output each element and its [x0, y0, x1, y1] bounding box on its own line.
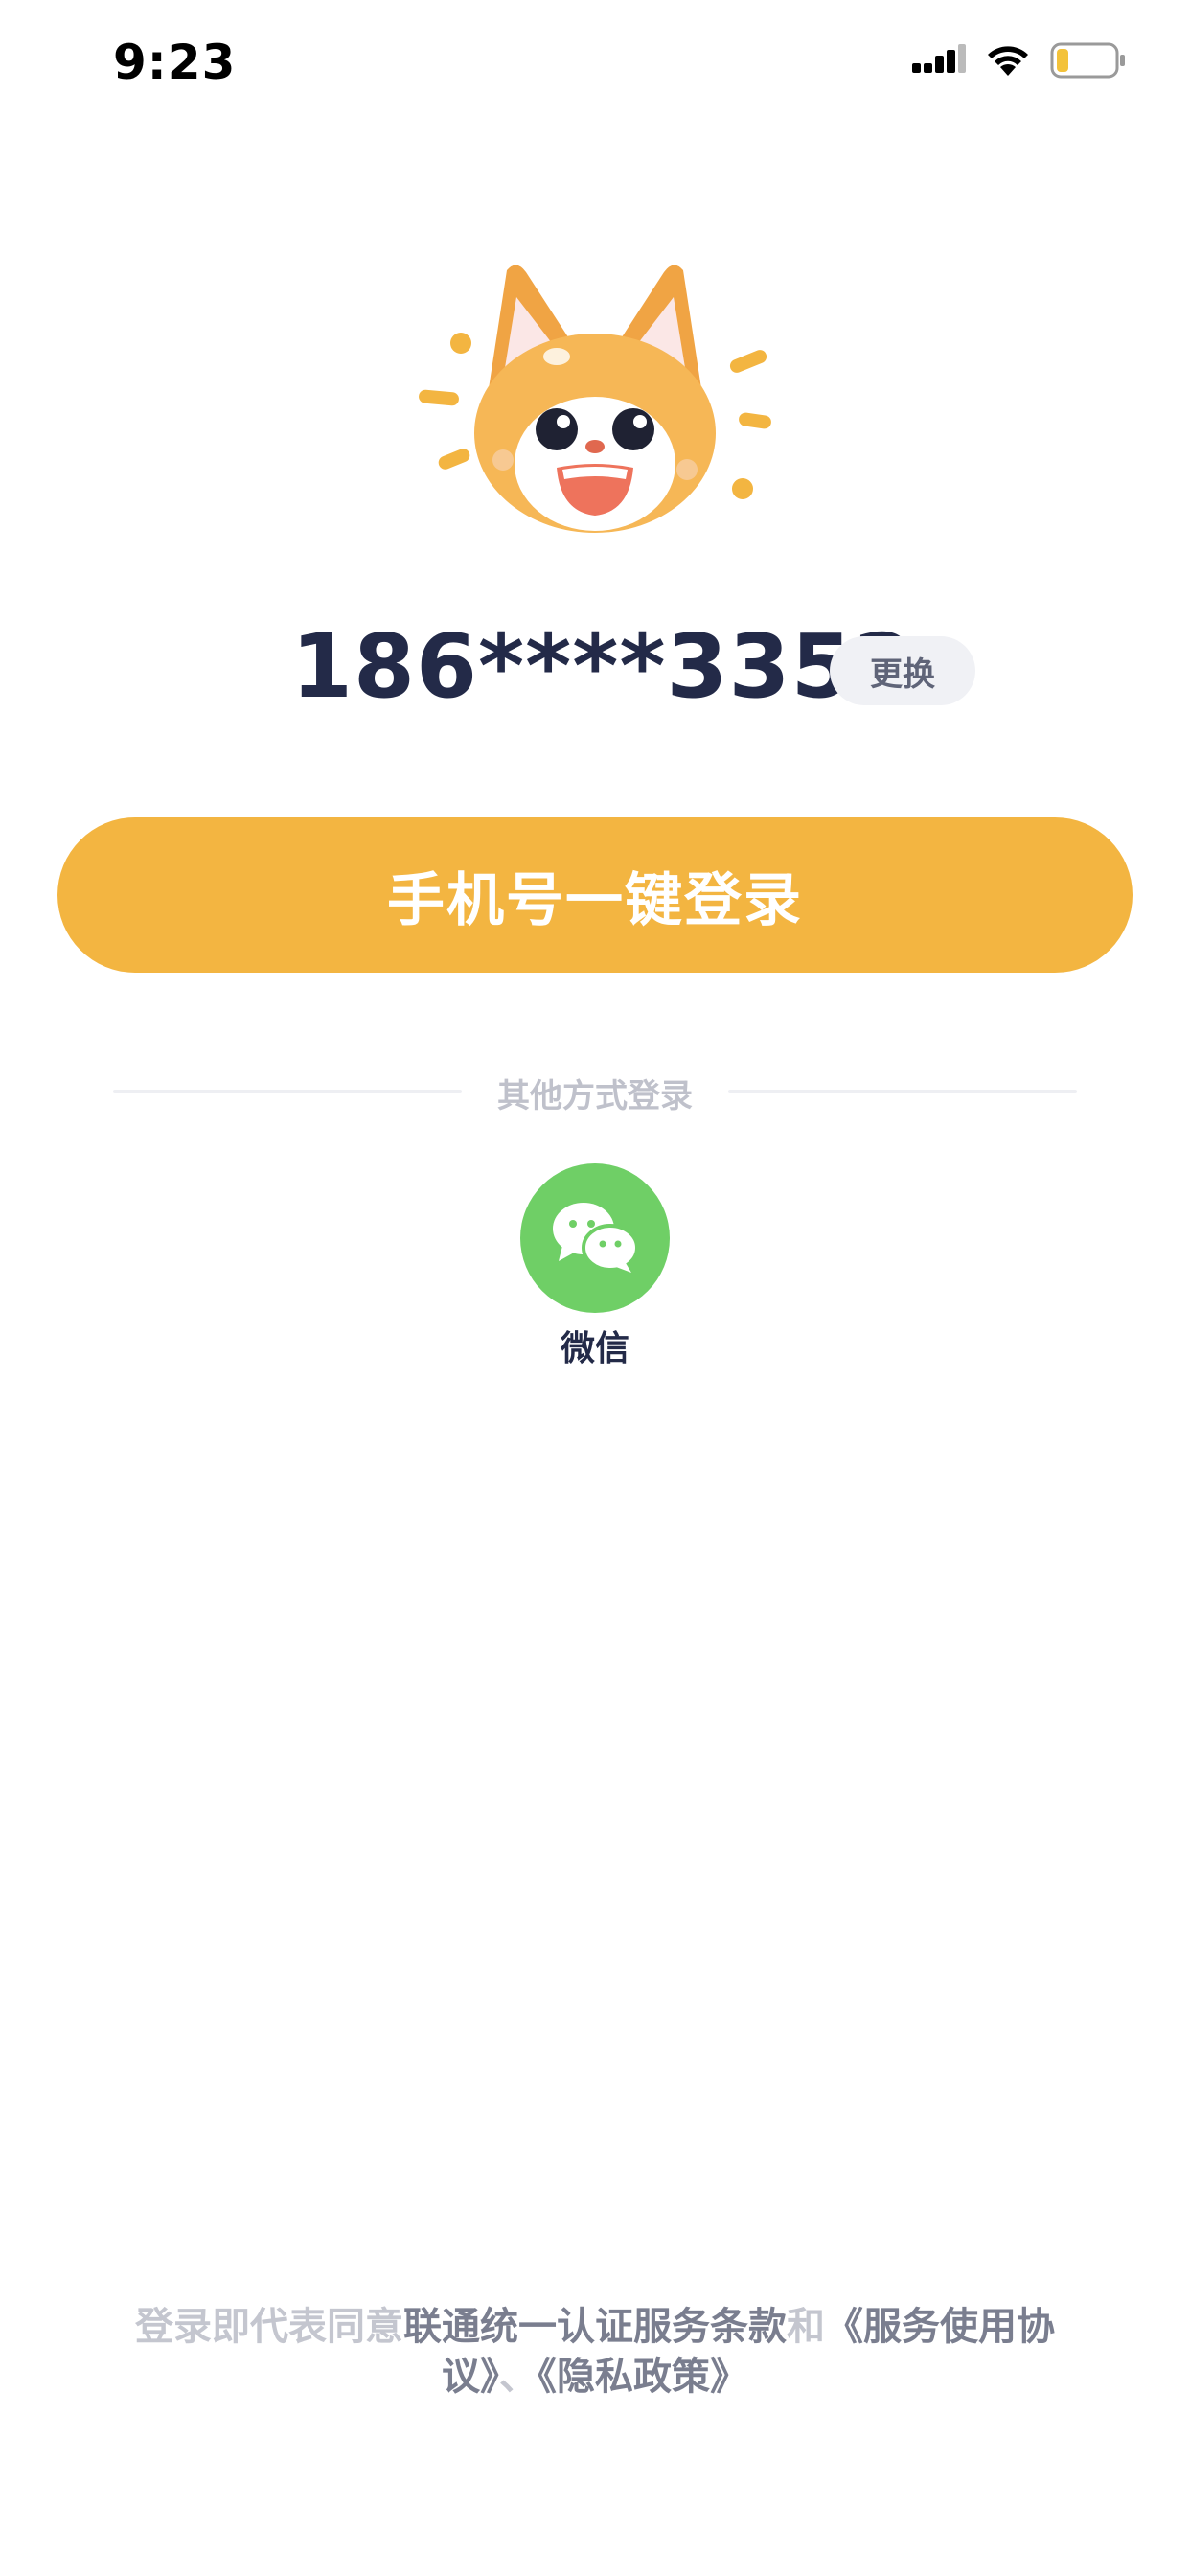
- masked-phone-number: 186****3352: [291, 615, 916, 718]
- change-number-button[interactable]: 更换: [830, 636, 975, 705]
- one-key-login-button[interactable]: 手机号一键登录: [57, 817, 1133, 973]
- agreement-text: 登录即代表同意联通统一认证服务条款和《服务使用协议》、《隐私政策》: [96, 2302, 1094, 2402]
- agreement-and: 和: [787, 2305, 825, 2349]
- privacy-policy-link[interactable]: 《隐私政策》: [538, 2355, 748, 2399]
- phone-row: 186****3352 更换: [0, 613, 1190, 728]
- wechat-icon: [549, 1198, 641, 1278]
- status-icons: [912, 42, 1127, 79]
- wechat-label: 微信: [560, 1329, 629, 1368]
- status-bar: 9:23: [0, 0, 1190, 126]
- other-login-label: 其他方式登录: [497, 1077, 693, 1116]
- divider-line-left: [113, 1090, 462, 1093]
- fox-mascot-icon: [403, 251, 787, 539]
- status-time: 9:23: [113, 34, 237, 90]
- carrier-terms-link[interactable]: 联通统一认证服务条款: [403, 2305, 787, 2349]
- wifi-icon: [985, 43, 1031, 78]
- divider-line-right: [728, 1090, 1077, 1093]
- agreement-separator: 、: [499, 2355, 538, 2399]
- wechat-login-button[interactable]: [520, 1163, 670, 1313]
- agreement-prefix: 登录即代表同意: [135, 2305, 403, 2349]
- other-login-divider: 其他方式登录: [0, 1066, 1190, 1116]
- battery-icon: [1050, 42, 1127, 79]
- signal-icon: [912, 44, 966, 77]
